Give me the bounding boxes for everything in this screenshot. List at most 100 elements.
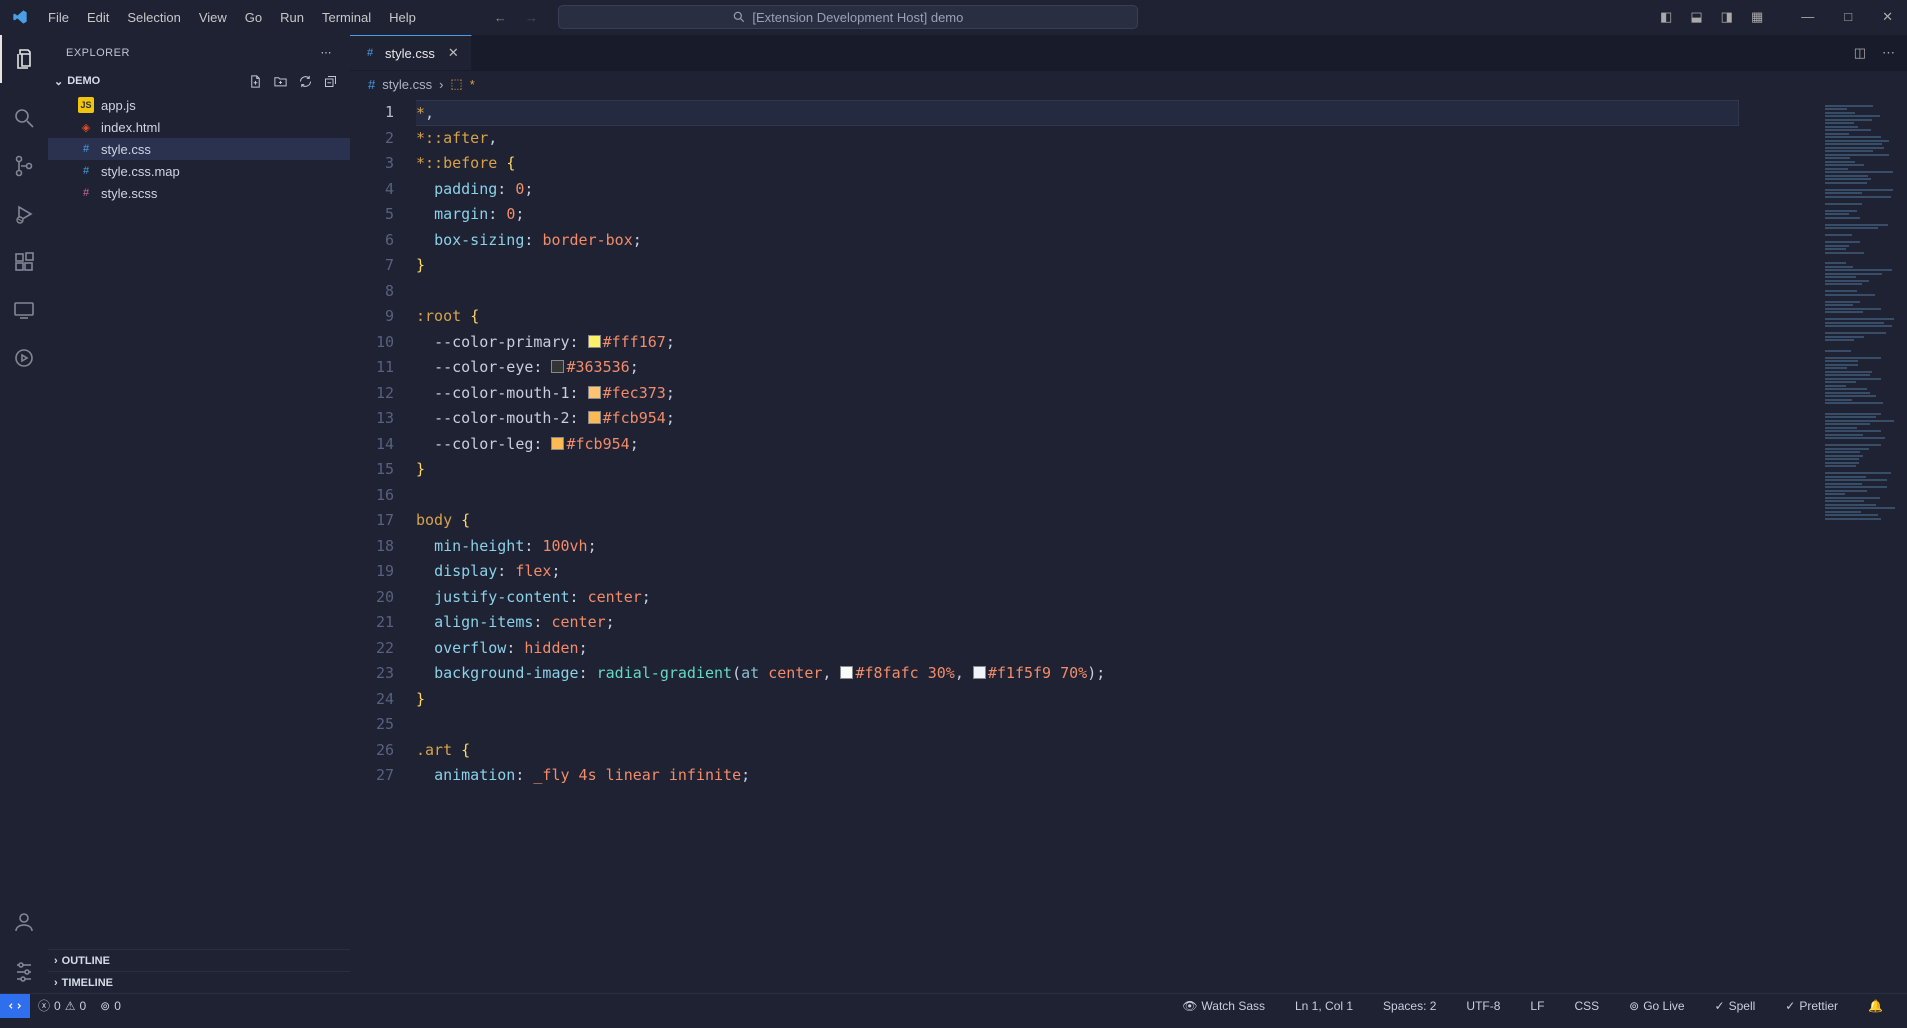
js-file-icon: JS <box>78 97 94 113</box>
activity-search-icon[interactable] <box>11 105 37 131</box>
chevron-right-icon: › <box>54 955 58 967</box>
collapse-all-icon[interactable] <box>323 74 338 89</box>
activity-accounts-icon[interactable] <box>11 909 37 935</box>
menu-edit[interactable]: Edit <box>79 6 117 29</box>
window-minimize-icon[interactable]: ― <box>1801 9 1814 25</box>
css-file-icon: # <box>368 77 375 92</box>
check-icon: ✓ <box>1715 999 1725 1013</box>
breadcrumb-file: style.css <box>382 77 432 92</box>
sidebar-title: EXPLORER <box>66 47 130 59</box>
status-ln-col[interactable]: Ln 1, Col 1 <box>1295 999 1353 1013</box>
status-bell-icon[interactable]: 🔔 <box>1868 999 1883 1013</box>
command-center-text: [Extension Development Host] demo <box>752 10 963 25</box>
tab-bar: # style.css ✕ ◫ ⋯ <box>350 35 1907 71</box>
folder-header[interactable]: ⌄ DEMO <box>48 70 350 92</box>
activity-testing-icon[interactable] <box>11 345 37 371</box>
vscode-logo-icon <box>12 9 28 25</box>
activity-run-debug-icon[interactable] <box>11 201 37 227</box>
line-number-gutter: 1234567891011121314151617181920212223242… <box>350 97 416 993</box>
file-item-style-scss[interactable]: # style.scss <box>48 182 350 204</box>
file-name: app.js <box>101 98 136 113</box>
warning-icon: ⚠ <box>65 999 76 1013</box>
status-watch-sass[interactable]: 👁Watch Sass <box>1182 999 1265 1013</box>
tab-style-css[interactable]: # style.css ✕ <box>350 35 472 70</box>
timeline-label: TIMELINE <box>62 977 113 989</box>
check-icon: ✓ <box>1785 999 1795 1013</box>
file-name: index.html <box>101 120 160 135</box>
new-folder-icon[interactable] <box>273 74 288 89</box>
tab-close-icon[interactable]: ✕ <box>448 45 459 61</box>
activity-settings-icon[interactable] <box>11 957 37 983</box>
file-item-style-css[interactable]: # style.css <box>48 138 350 160</box>
activity-explorer-icon[interactable] <box>0 35 48 83</box>
sidebar-more-icon[interactable]: ⋯ <box>321 46 333 59</box>
html-file-icon: ◈ <box>78 119 94 135</box>
tab-label: style.css <box>385 46 435 61</box>
file-item-index-html[interactable]: ◈ index.html <box>48 116 350 138</box>
file-name: style.css.map <box>101 164 180 179</box>
layout-sidebar-left-icon[interactable]: ◧ <box>1660 9 1672 25</box>
file-name: style.scss <box>101 186 157 201</box>
remote-indicator[interactable] <box>0 994 30 1018</box>
minimap[interactable] <box>1819 97 1907 993</box>
chevron-down-icon: ⌄ <box>54 75 63 88</box>
css-file-icon: # <box>78 163 94 179</box>
scss-file-icon: # <box>78 185 94 201</box>
error-icon: ⓧ <box>38 997 50 1014</box>
window-close-icon[interactable]: ✕ <box>1882 9 1893 25</box>
refresh-icon[interactable] <box>298 74 313 89</box>
file-item-app-js[interactable]: JS app.js <box>48 94 350 116</box>
layout-panel-icon[interactable]: ⬓ <box>1690 9 1702 25</box>
nav-back-icon[interactable]: ← <box>494 10 507 25</box>
eye-icon: 👁 <box>1182 999 1197 1013</box>
menu-terminal[interactable]: Terminal <box>314 6 379 29</box>
menu-file[interactable]: File <box>40 6 77 29</box>
status-language[interactable]: CSS <box>1574 999 1599 1013</box>
chevron-right-icon: › <box>439 77 443 92</box>
code-editor[interactable]: *,*::after,*::before { padding: 0; margi… <box>416 97 1819 993</box>
layout-sidebar-right-icon[interactable]: ◨ <box>1721 9 1733 25</box>
timeline-section[interactable]: › TIMELINE <box>48 971 350 993</box>
broadcast-icon: ⊚ <box>1629 999 1639 1013</box>
layout-customize-icon[interactable]: ▦ <box>1751 9 1763 25</box>
chevron-right-icon: › <box>54 977 58 989</box>
activity-source-control-icon[interactable] <box>11 153 37 179</box>
css-file-icon: # <box>78 141 94 157</box>
status-errors[interactable]: ⓧ0⚠0 <box>38 997 86 1014</box>
status-prettier[interactable]: ✓Prettier <box>1785 999 1838 1013</box>
titlebar: FileEditSelectionViewGoRunTerminalHelp ←… <box>0 0 1907 35</box>
breadcrumb-symbol-icon: ⬚ <box>450 76 462 92</box>
file-item-style-css-map[interactable]: # style.css.map <box>48 160 350 182</box>
menu-selection[interactable]: Selection <box>119 6 188 29</box>
new-file-icon[interactable] <box>248 74 263 89</box>
menu-go[interactable]: Go <box>237 6 270 29</box>
file-name: style.css <box>101 142 151 157</box>
breadcrumb-symbol: * <box>470 77 475 92</box>
outline-section[interactable]: › OUTLINE <box>48 949 350 971</box>
search-icon <box>732 10 746 24</box>
menu-run[interactable]: Run <box>272 6 312 29</box>
nav-forward-icon[interactable]: → <box>525 10 538 25</box>
menu-view[interactable]: View <box>191 6 235 29</box>
status-go-live[interactable]: ⊚Go Live <box>1629 999 1684 1013</box>
window-maximize-icon[interactable]: □ <box>1844 9 1852 25</box>
status-eol[interactable]: LF <box>1530 999 1544 1013</box>
status-spell[interactable]: ✓Spell <box>1715 999 1756 1013</box>
file-tree: JS app.js ◈ index.html # style.css # style.css.… <box>48 92 350 206</box>
more-actions-icon[interactable]: ⋯ <box>1882 45 1895 61</box>
menu-help[interactable]: Help <box>381 6 424 29</box>
css-file-icon: # <box>362 45 378 61</box>
outline-label: OUTLINE <box>62 955 110 967</box>
activity-extensions-icon[interactable] <box>11 249 37 275</box>
status-spaces[interactable]: Spaces: 2 <box>1383 999 1436 1013</box>
status-bar: ⓧ0⚠0 ⊚0 👁Watch Sass Ln 1, Col 1 Spaces: … <box>0 993 1907 1017</box>
split-editor-icon[interactable]: ◫ <box>1854 45 1866 61</box>
breadcrumb[interactable]: # style.css › ⬚ * <box>350 71 1907 97</box>
status-port[interactable]: ⊚0 <box>100 999 121 1013</box>
command-center[interactable]: [Extension Development Host] demo <box>558 5 1138 29</box>
activity-remote-explorer-icon[interactable] <box>11 297 37 323</box>
radio-icon: ⊚ <box>100 999 110 1013</box>
status-encoding[interactable]: UTF-8 <box>1466 999 1500 1013</box>
editor-area: # style.css ✕ ◫ ⋯ # style.css › ⬚ * 1234… <box>350 35 1907 993</box>
sidebar: EXPLORER ⋯ ⌄ DEMO JS app.js ◈ index.html # st… <box>48 35 350 993</box>
